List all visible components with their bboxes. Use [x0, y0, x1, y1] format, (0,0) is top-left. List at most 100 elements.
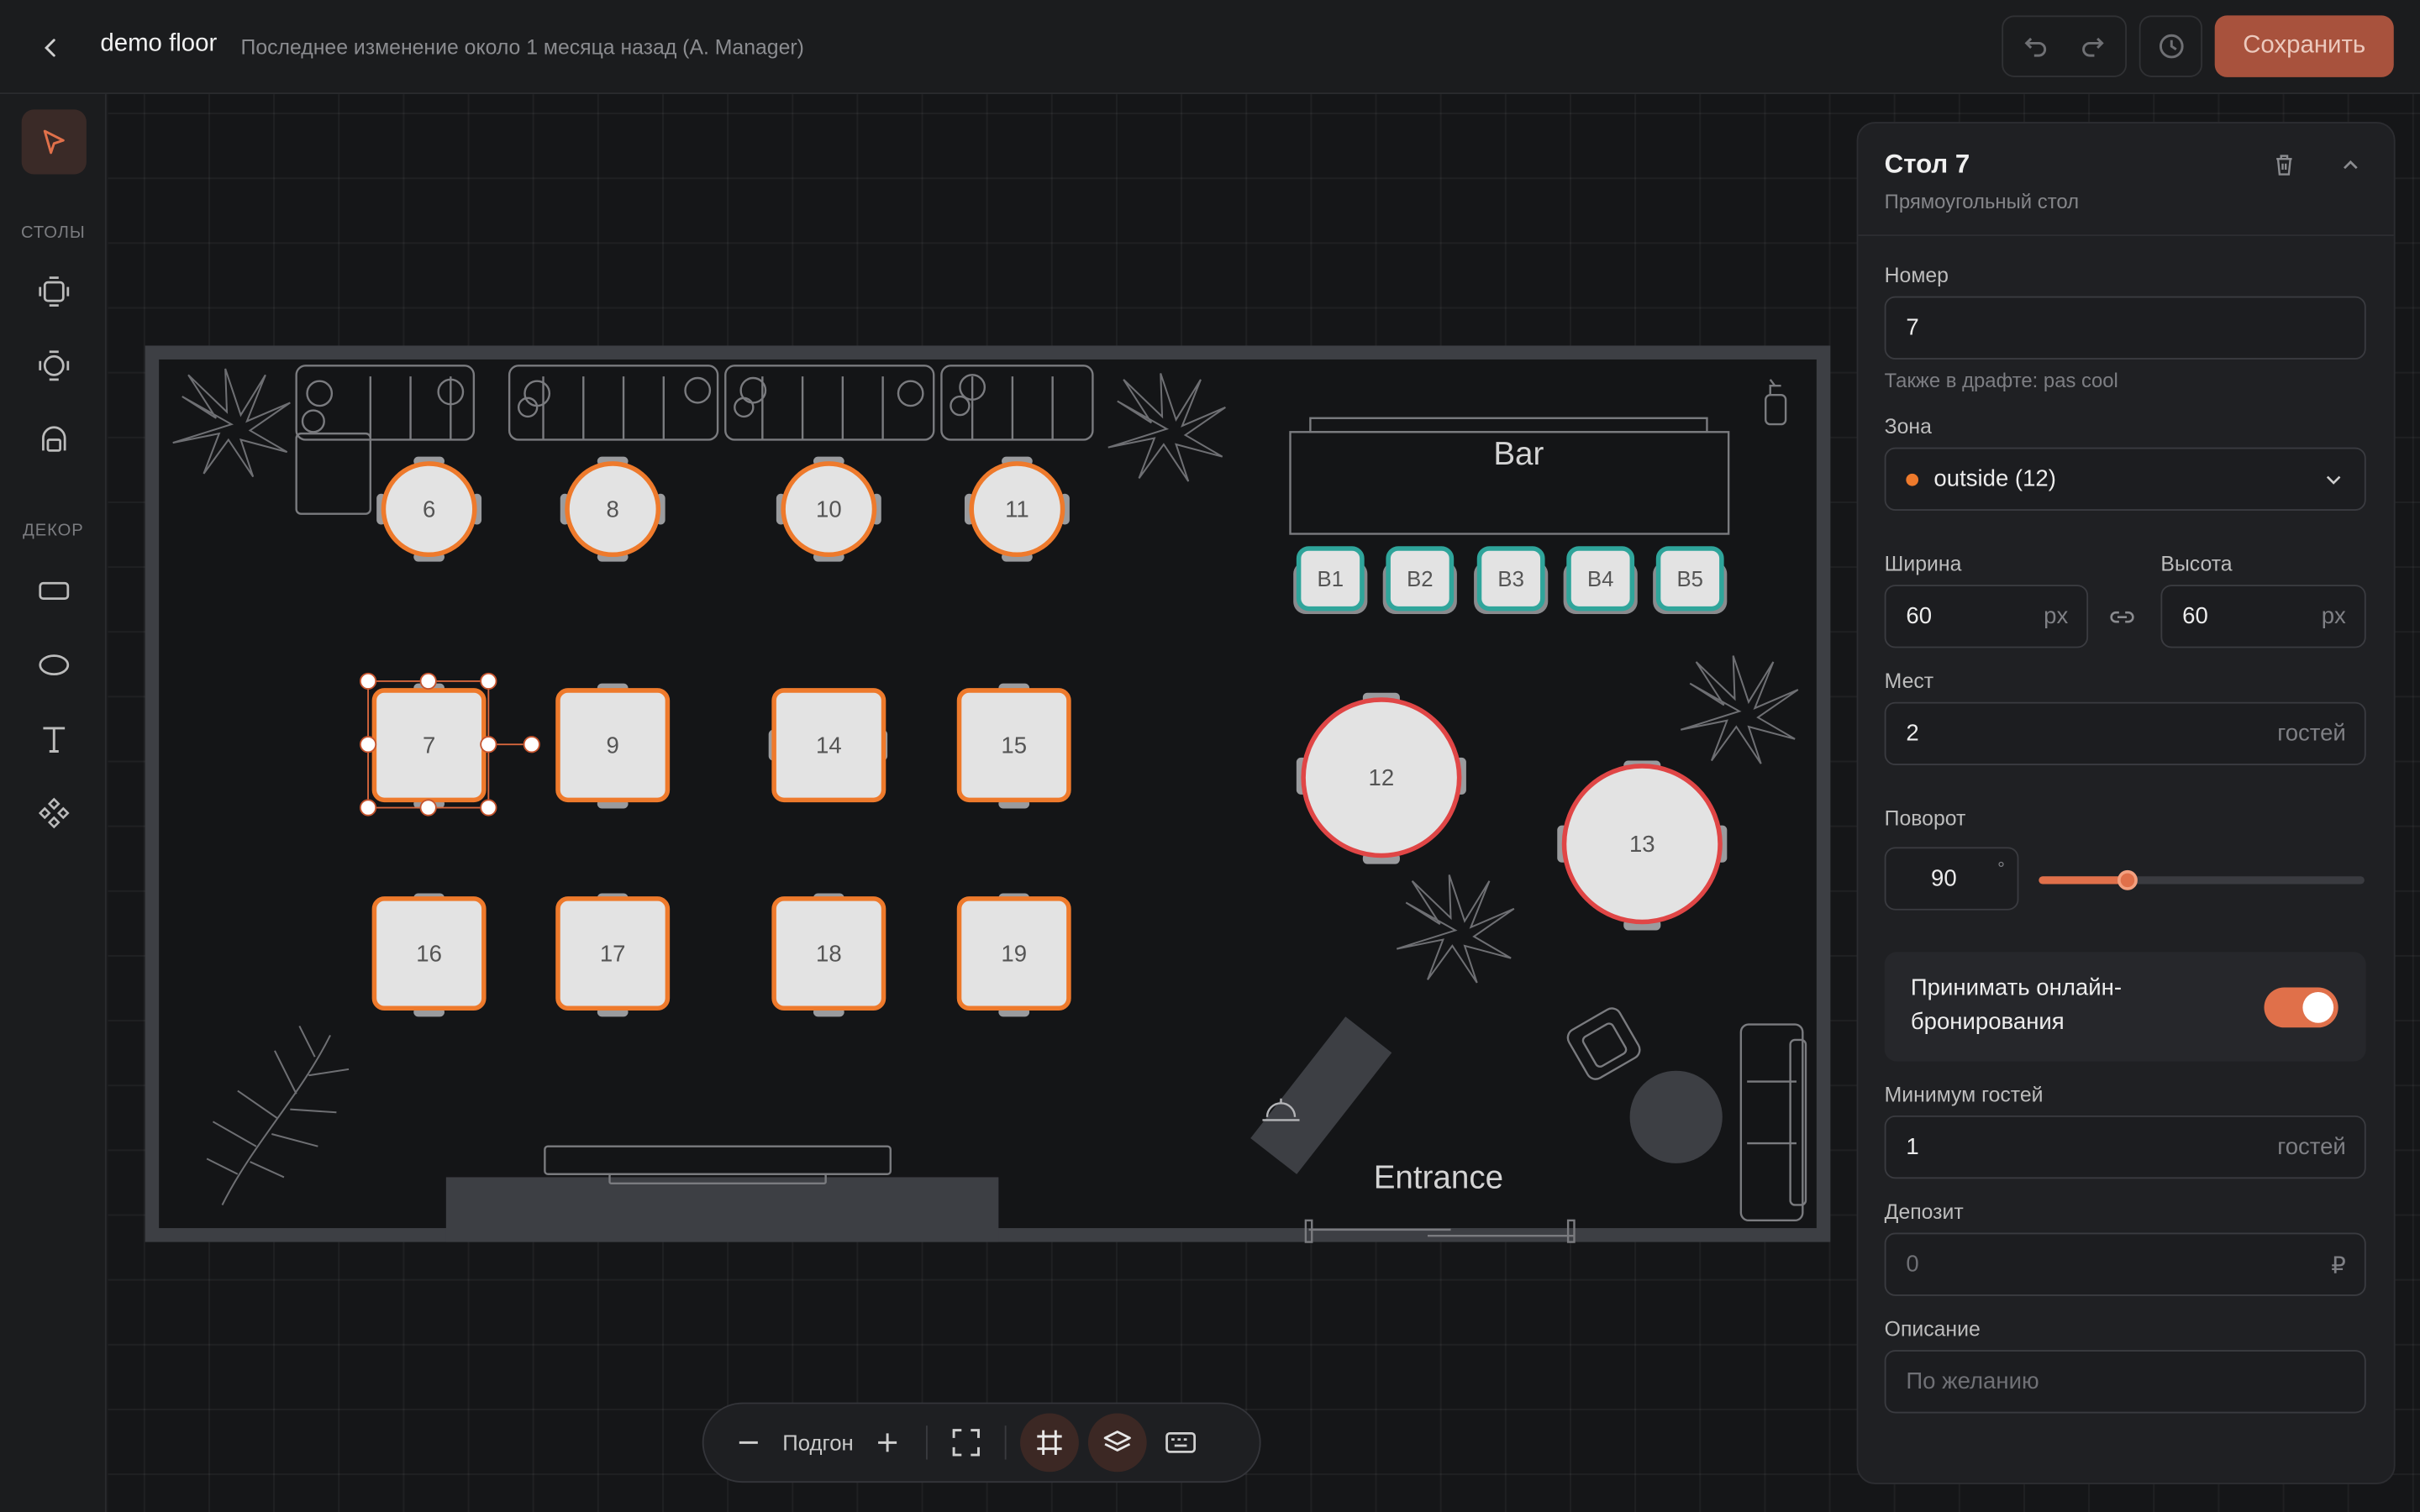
description-label: Описание	[1884, 1317, 1981, 1341]
entrance-label: Entrance	[1373, 1160, 1504, 1196]
tables-section-label: СТОЛЫ	[21, 223, 86, 243]
resize-handle[interactable]	[419, 799, 437, 816]
fullscreen-button[interactable]	[941, 1418, 991, 1467]
layers-icon	[1103, 1431, 1131, 1452]
rotation-input[interactable]: 90 °	[1884, 847, 2019, 911]
booth-tool[interactable]	[22, 407, 87, 472]
rotate-handle[interactable]	[523, 736, 540, 753]
deposit-value: 0	[1906, 1251, 1919, 1278]
components-tool[interactable]	[22, 780, 87, 845]
round-table-tool[interactable]	[22, 333, 87, 398]
decor-section-label: ДЕКОР	[23, 521, 84, 540]
width-label: Ширина	[1884, 552, 1962, 576]
table-13[interactable]: 13	[1561, 764, 1723, 925]
rotation-slider[interactable]	[2039, 869, 2365, 890]
square-table-icon	[39, 276, 70, 307]
min-guests-value: 1	[1906, 1133, 1919, 1161]
bar-seat-b2[interactable]: B2	[1386, 546, 1455, 612]
resize-handle[interactable]	[480, 799, 497, 816]
last-change-text: Последнее изменение около 1 месяца назад…	[240, 35, 804, 59]
bar-seat-b1[interactable]: B1	[1296, 546, 1365, 612]
collapse-button[interactable]	[2332, 146, 2369, 183]
rotation-slider-fill	[2039, 876, 2127, 885]
chevron-down-icon	[2326, 475, 2341, 484]
keyboard-shortcuts-button[interactable]	[1156, 1418, 1206, 1467]
floor-name: demo floor	[100, 30, 218, 57]
resize-handle[interactable]	[480, 672, 497, 690]
table-9[interactable]: 9	[555, 688, 671, 803]
seats-label: Мест	[1884, 669, 1934, 693]
table-18[interactable]: 18	[771, 896, 886, 1011]
zone-select[interactable]: outside (12)	[1884, 447, 2366, 511]
deposit-input[interactable]: 0 ₽	[1884, 1232, 2366, 1296]
table-19[interactable]: 19	[956, 896, 1071, 1011]
number-label: Номер	[1884, 264, 1949, 287]
deposit-label: Депозит	[1884, 1200, 1964, 1224]
deposit-unit: ₽	[2331, 1252, 2346, 1278]
table-8[interactable]: 8	[565, 461, 661, 558]
table-10[interactable]: 10	[781, 461, 877, 558]
rectangle-tool[interactable]	[22, 559, 87, 623]
min-guests-input[interactable]: 1 гостей	[1884, 1115, 2366, 1179]
sofa-3	[724, 365, 935, 441]
rotation-slider-thumb[interactable]	[2117, 869, 2138, 890]
description-input[interactable]: По желанию	[1884, 1350, 2366, 1414]
table-11[interactable]: 11	[969, 461, 1065, 558]
online-booking-label: Принимать онлайн-бронирования	[1910, 974, 2123, 1036]
table-15[interactable]: 15	[956, 688, 1071, 803]
save-button[interactable]: Сохранить	[2214, 15, 2394, 77]
components-icon	[38, 797, 70, 829]
seats-input[interactable]: 2 гостей	[1884, 701, 2366, 766]
width-input[interactable]: 60 px	[1884, 585, 2089, 648]
fit-button[interactable]: Подгон	[782, 1431, 854, 1455]
bar-seat-b4[interactable]: B4	[1566, 546, 1635, 612]
resize-handle[interactable]	[359, 799, 377, 816]
divider	[1004, 1425, 1007, 1460]
height-value: 60	[2182, 603, 2208, 630]
table-6[interactable]: 6	[381, 461, 477, 558]
top-bar: demo floor Последнее изменение около 1 м…	[0, 0, 2420, 95]
number-input[interactable]: 7	[1884, 296, 2366, 360]
rotate-connector	[497, 743, 523, 746]
delete-button[interactable]	[2265, 146, 2302, 183]
grid-toggle[interactable]	[1020, 1413, 1079, 1473]
link-dimensions-button[interactable]	[2108, 603, 2136, 638]
tool-sidebar: СТОЛЫ ДЕКОР	[0, 94, 107, 1512]
zone-label: Зона	[1884, 415, 1932, 438]
redo-button[interactable]	[2065, 17, 2126, 76]
width-value: 60	[1906, 603, 1933, 630]
resize-handle[interactable]	[480, 736, 497, 753]
table-17[interactable]: 17	[555, 896, 671, 1011]
online-booking-row: Принимать онлайн-бронирования	[1884, 952, 2366, 1062]
bar-label: Bar	[1493, 436, 1544, 473]
table-12[interactable]: 12	[1301, 697, 1462, 858]
history-button[interactable]	[2139, 15, 2203, 77]
back-button[interactable]	[28, 24, 74, 71]
bar-seat-b5[interactable]: B5	[1655, 546, 1724, 612]
resize-handle[interactable]	[419, 672, 437, 690]
table-16[interactable]: 16	[371, 896, 487, 1011]
ellipse-tool[interactable]	[22, 633, 87, 697]
properties-panel: Стол 7 Прямоугольный стол Номер 7 Также …	[1856, 122, 2396, 1484]
trash-icon	[2276, 155, 2292, 176]
resize-handle[interactable]	[359, 672, 377, 690]
zoom-out-button[interactable]	[723, 1418, 773, 1467]
zoom-toolbar: Подгон	[702, 1402, 1261, 1483]
select-tool[interactable]	[21, 109, 87, 175]
rotation-unit: °	[1997, 858, 2005, 879]
panel-title: Стол 7	[1884, 150, 1970, 180]
sofa-2	[508, 365, 719, 441]
bar-seat-b3[interactable]: B3	[1476, 546, 1545, 612]
zoom-in-button[interactable]	[863, 1418, 913, 1467]
height-input[interactable]: 60 px	[2160, 585, 2366, 648]
resize-handle[interactable]	[359, 736, 377, 753]
ellipse-icon	[39, 654, 70, 676]
text-tool[interactable]	[22, 706, 87, 771]
undo-button[interactable]	[2003, 17, 2065, 76]
grid-icon	[1037, 1430, 1062, 1456]
online-booking-toggle[interactable]	[2264, 987, 2338, 1028]
rect-table-tool[interactable]	[22, 260, 87, 324]
table-14[interactable]: 14	[771, 688, 886, 803]
zone-color-dot	[1906, 472, 1919, 486]
layers-toggle[interactable]	[1087, 1413, 1147, 1473]
